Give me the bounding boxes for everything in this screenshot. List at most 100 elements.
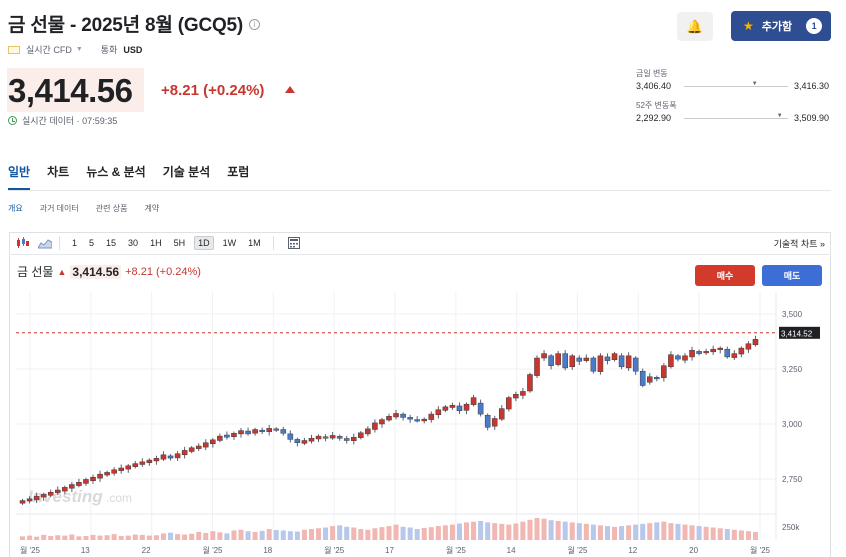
candle [491, 418, 498, 427]
volume-bar [266, 529, 272, 540]
candle [379, 419, 385, 425]
volume-bar [90, 534, 96, 540]
candle [745, 343, 752, 350]
volume-bar [703, 526, 709, 540]
x-tick-label: 13 [81, 546, 90, 555]
candle [217, 435, 223, 441]
volume-bar [675, 523, 681, 540]
candle [421, 418, 428, 422]
candle [654, 377, 660, 380]
candle [400, 413, 406, 418]
y-tick-label: 3,250 [782, 365, 803, 374]
volume-bar [717, 528, 723, 540]
x-tick-label: 18 [263, 546, 272, 555]
candle [675, 355, 681, 360]
candle [259, 429, 265, 432]
candle [463, 403, 470, 411]
volume-bar [752, 531, 758, 540]
volume-bar [724, 529, 730, 540]
volume-bar [633, 524, 639, 540]
candle [19, 500, 26, 504]
y-tick-label: 3,000 [782, 420, 803, 429]
volume-bar [414, 529, 420, 540]
candle [273, 428, 280, 431]
volume-bar [738, 530, 744, 540]
volume-bar [139, 534, 145, 540]
volume-bar [62, 535, 68, 540]
candle [393, 413, 399, 418]
candle [703, 351, 709, 354]
volume-bar [287, 531, 293, 540]
candle [661, 365, 667, 379]
candle [513, 394, 519, 399]
volume-bar [41, 534, 47, 540]
volume-bar [196, 531, 202, 540]
volume-bar [210, 531, 216, 540]
volume-bar [583, 523, 589, 540]
candle [407, 417, 413, 420]
candle [590, 357, 597, 372]
volume-bar [224, 533, 230, 540]
candle [294, 439, 301, 443]
candle [449, 405, 456, 408]
candle [682, 355, 688, 361]
candle [569, 355, 576, 368]
candle [724, 348, 731, 358]
volume-bar [386, 526, 392, 540]
volume-bar [428, 527, 434, 540]
volume-bar [20, 536, 26, 540]
volume-bar [456, 523, 462, 540]
volume-bar [576, 523, 582, 540]
volume-bar [259, 530, 265, 540]
volume-bar [661, 521, 667, 540]
volume-bar [118, 535, 124, 540]
volume-bar [301, 529, 307, 540]
volume-bar [280, 530, 286, 540]
candle [195, 445, 202, 449]
candle [118, 467, 124, 471]
candle [111, 469, 117, 474]
volume-bar [619, 526, 625, 540]
volume-bar [689, 525, 695, 540]
volume-bar [111, 534, 117, 540]
candle [47, 491, 54, 496]
volume-bar [27, 535, 33, 540]
volume-bar [308, 529, 314, 540]
candle [639, 370, 646, 386]
candle [477, 402, 484, 415]
volume-bar [316, 528, 322, 540]
candle [33, 495, 40, 501]
candle [343, 438, 350, 441]
volume-bar [555, 520, 561, 540]
y-tick-label: 2,750 [782, 475, 803, 484]
volume-bar [393, 524, 399, 540]
candle [520, 391, 526, 396]
candle [153, 458, 160, 462]
x-tick-label: 12 [628, 546, 637, 555]
volume-bar [478, 520, 484, 540]
candle [167, 455, 174, 459]
candle [287, 433, 294, 440]
x-tick-label: 월 '25 [750, 545, 771, 555]
x-tick-label: 월 '25 [446, 545, 467, 555]
volume-bar [464, 522, 470, 540]
volume-bar [654, 522, 660, 540]
volume-bar [182, 534, 188, 540]
candle [139, 461, 146, 465]
candle [336, 436, 343, 439]
volume-bar [76, 536, 82, 540]
candle [668, 354, 674, 368]
candle [696, 351, 702, 354]
volume-bar [506, 524, 512, 540]
price-chart[interactable]: Investing .com3,414.523,5003,2503,0002,75… [0, 0, 846, 557]
volume-bar [513, 523, 519, 540]
candle [350, 436, 357, 441]
volume-bar [97, 535, 103, 540]
candle [238, 430, 244, 435]
candle [752, 339, 759, 346]
candle [322, 436, 329, 439]
candle [618, 355, 625, 368]
candle [210, 439, 216, 445]
volume-bar [668, 523, 674, 540]
volume-bar [351, 527, 357, 540]
